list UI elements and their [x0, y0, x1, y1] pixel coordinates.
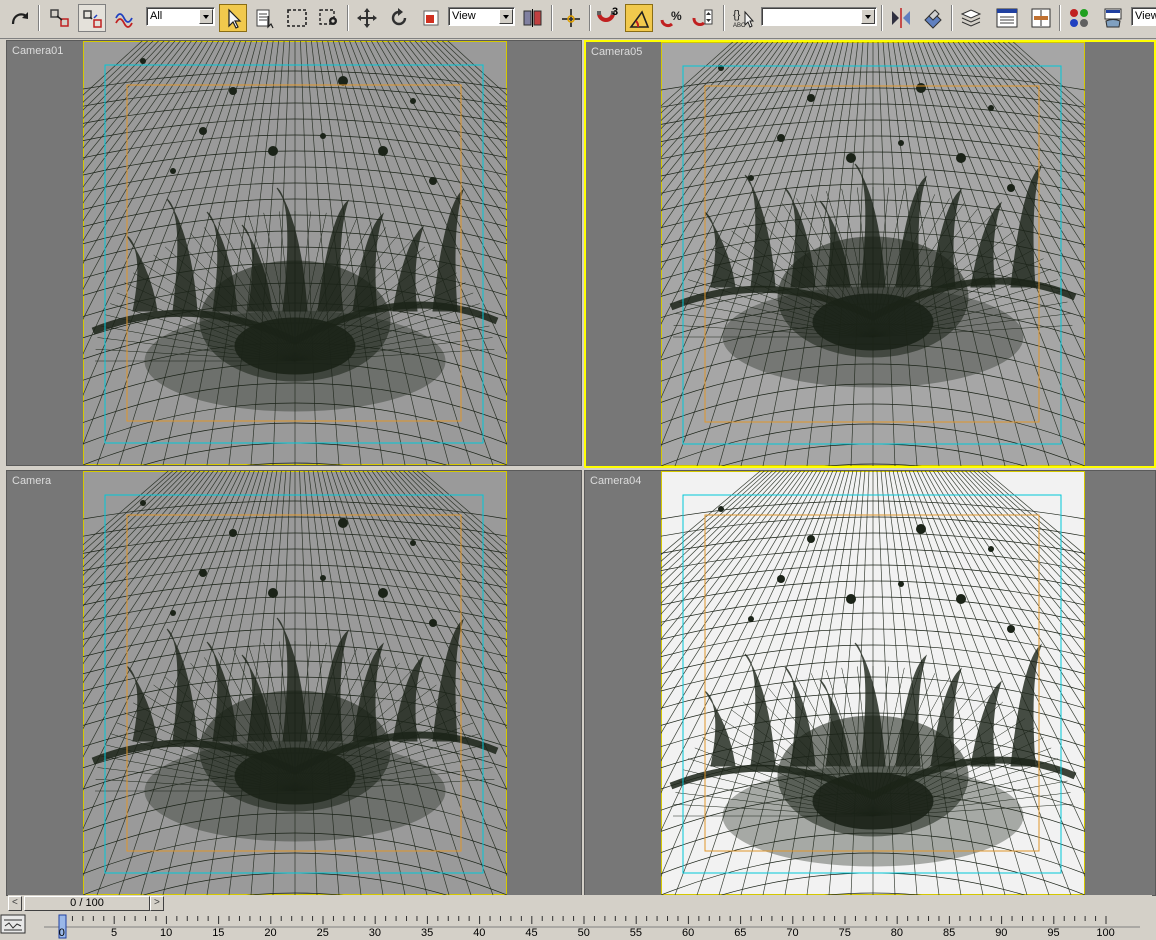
toolbar-separator — [38, 5, 40, 31]
selection-filter-dropdown[interactable]: All — [146, 7, 215, 26]
toolbar-separator — [881, 5, 883, 31]
spinner-snap-icon[interactable] — [689, 4, 717, 32]
layer-manager-icon[interactable] — [957, 4, 985, 32]
viewport-camera04[interactable]: Camera04 — [584, 470, 1156, 896]
frame-label: 35 — [421, 927, 434, 939]
viewport-label[interactable]: Camera01 — [12, 45, 63, 57]
mini-curve-editor-icon[interactable] — [0, 914, 26, 934]
toolbar-separator — [347, 5, 349, 31]
schematic-view-icon[interactable] — [1027, 4, 1055, 32]
select-by-name-icon[interactable] — [251, 4, 279, 32]
frame-label: 0 — [58, 927, 65, 939]
current-frame-label: 0 / 100 — [70, 897, 104, 909]
camera-render-frame — [83, 41, 507, 465]
splash-wireframe — [661, 471, 1085, 895]
select-and-link-icon[interactable] — [46, 4, 74, 32]
splash-wireframe — [83, 41, 507, 465]
toolbar-separator — [551, 5, 553, 31]
chevron-down-icon[interactable] — [499, 9, 513, 24]
viewport-label[interactable]: Camera — [12, 475, 51, 487]
snap-mode-number: 3 — [612, 6, 619, 18]
bind-to-space-warp-icon[interactable] — [110, 4, 138, 32]
time-slider-thumb[interactable]: 0 / 100 — [24, 896, 150, 911]
viewport-label[interactable]: Camera05 — [591, 46, 642, 58]
viewport-label[interactable]: Camera04 — [590, 475, 641, 487]
camera-render-frame — [83, 471, 507, 895]
splash-wireframe — [83, 471, 507, 895]
use-pivot-center-icon[interactable] — [519, 4, 547, 32]
select-and-scale-icon[interactable] — [417, 4, 445, 32]
frame-label: 90 — [995, 927, 1008, 939]
track-bar[interactable]: 0 5 10 15 20 25 30 35 40 45 50 55 60 65 70 75 80 85 90 95 10… — [0, 914, 1156, 940]
camera-render-frame — [661, 471, 1085, 895]
toolbar-separator — [723, 5, 725, 31]
frame-label: 5 — [111, 927, 118, 939]
select-object-icon[interactable] — [219, 4, 247, 32]
toolbar-separator — [1059, 5, 1061, 31]
chevron-down-icon[interactable] — [199, 9, 213, 24]
previous-frame-button[interactable]: < — [8, 896, 22, 911]
material-editor-icon[interactable] — [1065, 4, 1093, 32]
frame-label: 85 — [943, 927, 956, 939]
svg-text:ABC: ABC — [733, 23, 746, 29]
angle-snap-icon[interactable] — [625, 4, 653, 32]
align-icon[interactable] — [919, 4, 947, 32]
frame-label: 10 — [160, 927, 173, 939]
select-and-rotate-icon[interactable] — [385, 4, 413, 32]
render-setup-icon[interactable] — [1099, 4, 1127, 32]
svg-text:{}: {} — [733, 9, 741, 21]
frame-label: 60 — [682, 927, 695, 939]
reference-coordinate-dropdown-right[interactable]: View — [1131, 7, 1156, 26]
main-toolbar: All View 3 % {} ABC View — [0, 0, 1156, 39]
toolbar-separator — [589, 5, 591, 31]
frame-label: 65 — [734, 927, 747, 939]
frame-label: 70 — [786, 927, 799, 939]
select-and-move-icon[interactable] — [353, 4, 381, 32]
selection-filter-value: All — [150, 10, 163, 22]
frame-label: 30 — [368, 927, 382, 939]
frame-label: 15 — [212, 927, 225, 939]
frame-label: 20 — [264, 927, 277, 939]
frame-label: 75 — [838, 927, 851, 939]
redo-icon[interactable] — [6, 4, 34, 32]
viewport-camera01[interactable]: Camera01 — [6, 40, 582, 466]
rectangular-selection-icon[interactable] — [283, 4, 311, 32]
frame-label: 95 — [1047, 927, 1060, 939]
next-frame-button[interactable]: > — [150, 896, 164, 911]
camera-render-frame — [661, 42, 1085, 466]
window-crossing-icon[interactable] — [315, 4, 343, 32]
unlink-selection-icon[interactable] — [78, 4, 106, 32]
percent-snap-icon[interactable]: % — [657, 4, 685, 32]
frame-label: 100 — [1096, 927, 1115, 939]
reference-coordinate-value: View — [452, 10, 476, 22]
frame-label: 50 — [577, 927, 590, 939]
frame-label: 80 — [890, 927, 904, 939]
frame-label: 45 — [525, 927, 538, 939]
time-slider[interactable]: < 0 / 100 > — [8, 895, 1152, 913]
edit-named-selection-icon[interactable]: {} ABC — [729, 4, 757, 32]
viewport-camera05[interactable]: Camera05 — [584, 40, 1156, 468]
mirror-icon[interactable] — [887, 4, 915, 32]
viewport-camera[interactable]: Camera — [6, 470, 582, 896]
manipulate-icon[interactable] — [557, 4, 585, 32]
toolbar-separator — [951, 5, 953, 31]
frame-label: 25 — [316, 927, 329, 939]
splash-wireframe — [661, 42, 1085, 466]
frame-label: 55 — [629, 927, 643, 939]
frame-label: 40 — [473, 927, 486, 939]
reference-coordinate-value-right: View — [1135, 10, 1156, 22]
svg-text:%: % — [671, 9, 682, 23]
curve-editor-icon[interactable] — [993, 4, 1021, 32]
chevron-down-icon[interactable] — [861, 9, 875, 24]
reference-coordinate-dropdown[interactable]: View — [448, 7, 515, 26]
named-selection-sets-dropdown[interactable] — [761, 7, 877, 26]
